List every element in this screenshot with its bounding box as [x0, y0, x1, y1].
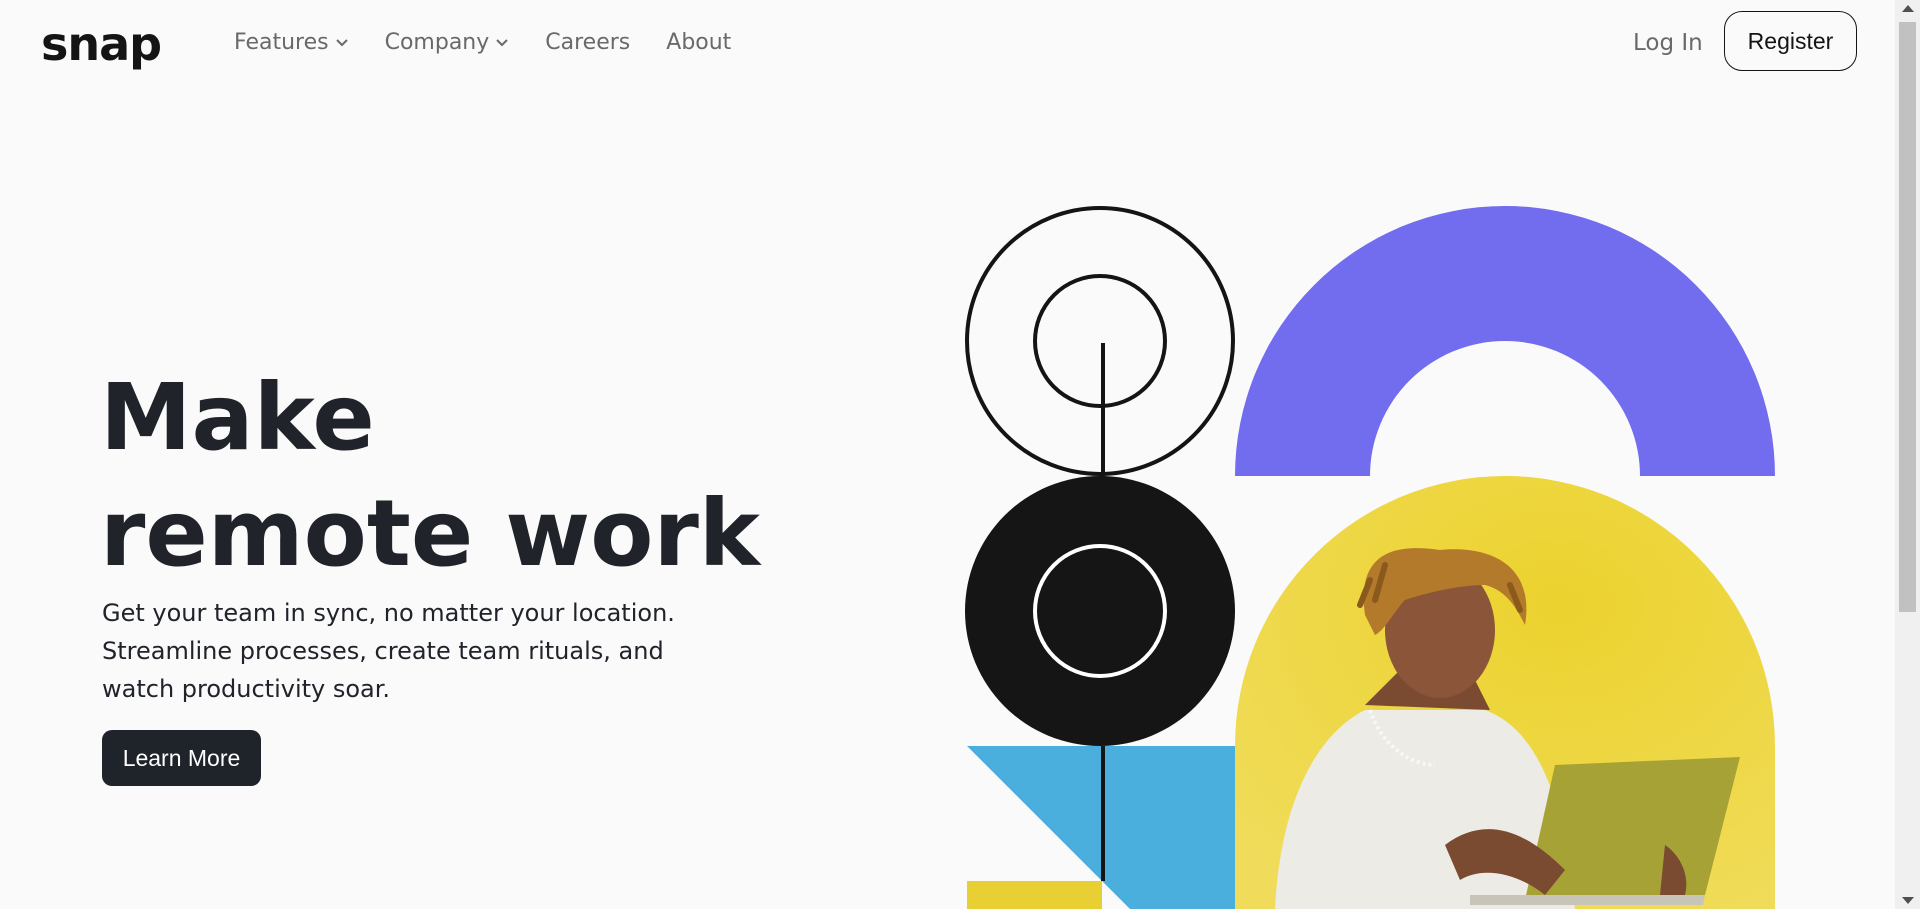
headline-line: Make [100, 364, 375, 471]
nav-item-company[interactable]: Company [385, 26, 510, 60]
nav-item-about[interactable]: About [666, 26, 731, 60]
register-button[interactable]: Register [1724, 11, 1857, 71]
black-circle-graphic [965, 476, 1235, 746]
snap-logo[interactable]: snap [41, 16, 162, 72]
outline-circles-graphic [965, 206, 1235, 477]
main-nav: Features Company Careers About [234, 26, 767, 60]
hero-illustration [965, 206, 1775, 909]
nav-item-label: About [666, 30, 732, 55]
nav-item-label: Company [384, 30, 490, 55]
hero-headline: Make remote work [100, 360, 760, 592]
learn-more-button[interactable]: Learn More [102, 730, 261, 786]
scroll-up-arrow-icon[interactable] [1902, 5, 1914, 12]
vertical-scrollbar[interactable] [1895, 0, 1920, 909]
login-link[interactable]: Log In [1633, 26, 1703, 60]
nav-item-label: Careers [545, 30, 631, 55]
yellow-block-shape [967, 881, 1102, 909]
chevron-down-icon [335, 39, 348, 47]
hero-subtext: Get your team in sync, no matter your lo… [102, 599, 675, 703]
purple-arch-shape [1235, 206, 1775, 476]
person-photo [1235, 476, 1775, 909]
headline-line: remote work [100, 480, 760, 587]
nav-item-label: Features [234, 30, 329, 55]
nav-item-features[interactable]: Features [234, 26, 349, 60]
page: snap Features Company Careers About Log … [0, 0, 1895, 909]
nav-item-careers[interactable]: Careers [545, 26, 630, 60]
chevron-down-icon [496, 39, 508, 47]
scroll-thumb[interactable] [1899, 22, 1916, 612]
scroll-down-arrow-icon[interactable] [1902, 897, 1914, 904]
